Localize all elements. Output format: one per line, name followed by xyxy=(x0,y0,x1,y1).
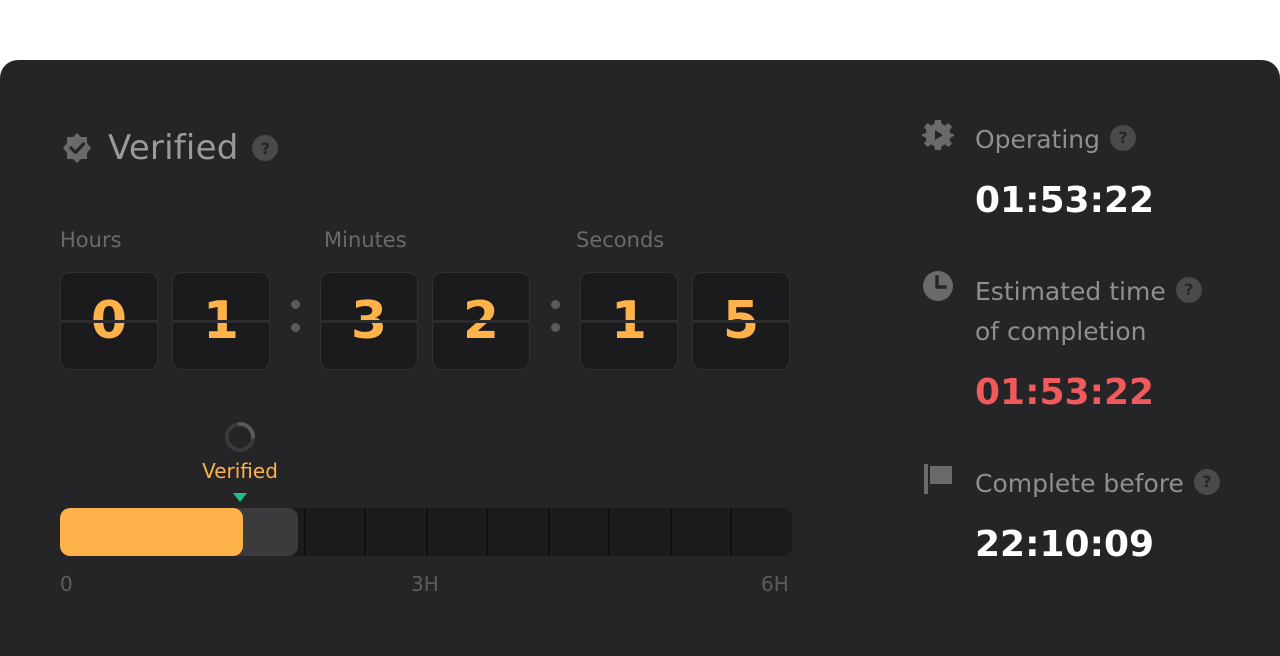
progress-segment-divider xyxy=(548,508,550,556)
colon-separator xyxy=(291,300,301,346)
status-header: Verified ? xyxy=(60,128,279,168)
help-icon[interactable]: ? xyxy=(1193,469,1220,495)
hours-digit-tens: 0 xyxy=(60,272,158,370)
estimated-value: 01:53:22 xyxy=(975,372,1155,413)
complete-before-row: Complete before? xyxy=(922,464,1220,504)
progress-track xyxy=(60,508,792,556)
operating-row: Operating? xyxy=(922,120,1136,160)
progress-segment-divider xyxy=(730,508,732,556)
progress-marker-label: Verified xyxy=(202,459,278,483)
help-icon[interactable]: ? xyxy=(1175,277,1202,303)
minutes-label: Minutes xyxy=(324,228,407,252)
progress-marker-arrow xyxy=(233,493,247,502)
progress-fill xyxy=(60,508,243,556)
clock-icon xyxy=(923,271,953,301)
minutes-digit-tens: 3 xyxy=(320,272,418,370)
estimated-label-line1: Estimated time xyxy=(975,277,1166,306)
hours-digit-ones: 1 xyxy=(172,272,270,370)
progress-segment-divider xyxy=(304,508,306,556)
progress-segment-divider xyxy=(608,508,610,556)
help-icon[interactable]: ? xyxy=(252,135,279,161)
estimated-label-line2: of completion xyxy=(975,317,1147,346)
loading-spinner-icon xyxy=(225,422,255,452)
axis-label-mid: 3H xyxy=(411,572,439,596)
help-icon[interactable]: ? xyxy=(1110,125,1136,151)
seconds-digit-ones: 5 xyxy=(692,272,790,370)
progress-segment-divider xyxy=(364,508,366,556)
operating-value: 01:53:22 xyxy=(975,180,1155,221)
axis-label-end: 6H xyxy=(761,572,789,596)
hours-label: Hours xyxy=(60,228,122,252)
complete-before-label: Complete before xyxy=(975,469,1184,498)
gear-icon xyxy=(922,120,954,150)
verified-badge-icon xyxy=(63,133,91,163)
progress-segment-divider xyxy=(426,508,428,556)
progress-segment-divider xyxy=(486,508,488,556)
seconds-label: Seconds xyxy=(576,228,665,252)
colon-separator xyxy=(551,300,561,346)
estimated-row: Estimated time? of completion xyxy=(922,271,1202,352)
axis-label-start: 0 xyxy=(60,572,73,596)
progress-segment-divider xyxy=(670,508,672,556)
status-label: Verified xyxy=(108,128,239,168)
complete-before-value: 22:10:09 xyxy=(975,524,1155,565)
seconds-digit-tens: 1 xyxy=(580,272,678,370)
minutes-digit-ones: 2 xyxy=(432,272,530,370)
flag-icon xyxy=(924,464,952,494)
operating-label: Operating xyxy=(975,125,1100,154)
